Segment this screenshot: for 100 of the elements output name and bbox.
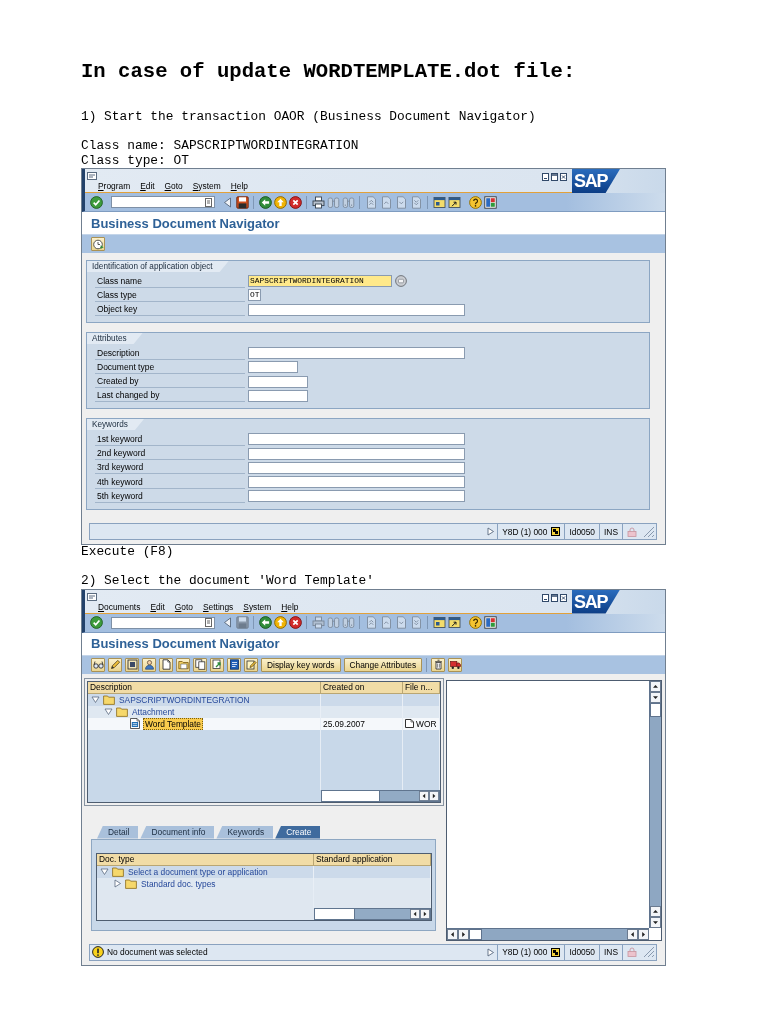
input-field[interactable] <box>248 490 465 503</box>
resize-grip-icon[interactable] <box>643 946 655 958</box>
toolbar-button[interactable]: Display key words <box>261 657 341 672</box>
checkmark-icon[interactable] <box>89 195 103 209</box>
pencil-icon[interactable] <box>108 657 122 672</box>
color-squares-icon[interactable] <box>483 616 497 629</box>
column-header[interactable]: File n... <box>403 681 440 694</box>
picture-frame-icon[interactable] <box>125 657 139 672</box>
minimize-icon[interactable] <box>542 173 549 181</box>
command-field[interactable] <box>111 616 215 629</box>
arrow-left-icon[interactable] <box>258 195 272 209</box>
node-label[interactable]: Attachment <box>130 705 177 718</box>
minimize-icon[interactable] <box>542 593 549 602</box>
tab[interactable]: Create <box>275 825 321 839</box>
column-header[interactable]: Created on <box>321 681 403 694</box>
window-icon[interactable] <box>432 195 446 209</box>
input-field[interactable] <box>248 433 465 446</box>
menu-item[interactable]: Edit <box>150 601 165 613</box>
menu-item[interactable]: System <box>192 181 221 192</box>
scroll-up-icon[interactable] <box>650 905 661 917</box>
list-icon[interactable] <box>87 592 97 601</box>
menu-item[interactable]: Help <box>230 181 248 192</box>
column-header[interactable]: Doc. type <box>97 853 314 866</box>
input-field[interactable] <box>248 361 298 374</box>
clock-icon[interactable] <box>91 237 105 251</box>
close-icon[interactable] <box>560 173 567 181</box>
scrollbar-thumb[interactable] <box>322 790 380 801</box>
command-field[interactable] <box>111 196 215 208</box>
input-field[interactable] <box>248 476 465 489</box>
tab[interactable]: Detail <box>97 825 139 839</box>
column-header[interactable]: Description <box>88 681 321 694</box>
scroll-down-icon[interactable] <box>650 691 661 703</box>
input-field[interactable] <box>248 461 465 474</box>
menu-item[interactable]: Goto <box>164 181 183 192</box>
scroll-down-icon[interactable] <box>650 916 661 928</box>
scroll-left-icon[interactable] <box>447 928 458 940</box>
truck-icon[interactable] <box>448 657 463 672</box>
scroll-left-icon[interactable] <box>419 790 429 801</box>
window-icon[interactable] <box>432 616 446 629</box>
trash-icon[interactable] <box>431 657 446 672</box>
edit-icon[interactable] <box>244 657 258 672</box>
tab[interactable]: Keywords <box>216 825 274 839</box>
input-field[interactable] <box>248 447 465 460</box>
maximize-icon[interactable] <box>551 593 558 602</box>
menu-item[interactable]: Settings <box>203 601 234 613</box>
scrollbar-thumb[interactable] <box>315 908 355 919</box>
node-label[interactable]: Select a document type or application <box>126 865 270 878</box>
horizontal-scrollbar[interactable] <box>447 927 649 940</box>
round-button-icon[interactable] <box>395 275 407 288</box>
vertical-scrollbar[interactable] <box>649 680 661 928</box>
menu-item[interactable]: Help <box>281 601 299 613</box>
menu-item[interactable]: Program <box>98 181 131 192</box>
node-label[interactable]: Standard doc. types <box>139 877 218 890</box>
triangle-right-icon[interactable] <box>487 947 495 957</box>
dropdown-icon[interactable] <box>205 618 212 627</box>
tab[interactable]: Document info <box>140 825 215 839</box>
person-icon[interactable] <box>142 657 156 672</box>
node-label[interactable]: SAPSCRIPTWORDINTEGRATION <box>117 693 252 706</box>
column-header[interactable]: Standard application <box>314 853 431 866</box>
close-icon[interactable] <box>560 593 567 602</box>
scroll-right-icon[interactable] <box>458 928 469 940</box>
triangle-down-icon[interactable] <box>100 867 109 876</box>
input-field[interactable] <box>248 375 308 388</box>
triangle-down-icon[interactable] <box>91 695 100 704</box>
page-icon[interactable] <box>159 657 173 672</box>
maximize-icon[interactable] <box>551 173 558 181</box>
scroll-right-icon[interactable] <box>638 928 649 940</box>
menu-item[interactable]: Edit <box>140 181 155 192</box>
help-icon[interactable] <box>468 616 482 629</box>
printer-icon[interactable] <box>311 195 325 209</box>
list-icon[interactable] <box>87 172 97 180</box>
horizontal-scrollbar[interactable] <box>321 789 440 802</box>
glasses-icon[interactable] <box>91 657 105 672</box>
document-icon[interactable] <box>227 657 241 672</box>
menu-item[interactable]: Goto <box>174 601 193 613</box>
folder-icon[interactable] <box>176 657 190 672</box>
help-icon[interactable] <box>468 195 482 209</box>
arrow-left-icon[interactable] <box>258 616 272 629</box>
triangle-right-icon[interactable] <box>487 527 495 536</box>
arrow-up-icon[interactable] <box>273 616 287 629</box>
input-field[interactable] <box>248 389 308 402</box>
color-squares-icon[interactable] <box>483 195 497 209</box>
resize-grip-icon[interactable] <box>643 525 655 538</box>
indicator-icon[interactable] <box>551 527 561 536</box>
input-field[interactable] <box>248 303 465 316</box>
cancel-icon[interactable] <box>288 195 302 209</box>
scrollbar-thumb[interactable] <box>469 928 482 940</box>
menu-item[interactable]: System <box>243 601 272 613</box>
scroll-right-icon[interactable] <box>420 908 430 919</box>
checkmark-icon[interactable] <box>89 616 103 629</box>
input-field[interactable] <box>248 347 465 360</box>
copy-icon[interactable] <box>193 657 207 672</box>
scroll-left-icon[interactable] <box>627 928 638 940</box>
cancel-icon[interactable] <box>288 616 302 629</box>
scrollbar-thumb[interactable] <box>650 702 661 717</box>
indicator-icon[interactable] <box>551 947 561 957</box>
toolbar-button[interactable]: Change Attributes <box>343 657 423 672</box>
triangle-right-icon[interactable] <box>113 879 122 888</box>
horizontal-scrollbar[interactable] <box>314 907 431 920</box>
menu-item[interactable]: Documents <box>98 601 141 613</box>
